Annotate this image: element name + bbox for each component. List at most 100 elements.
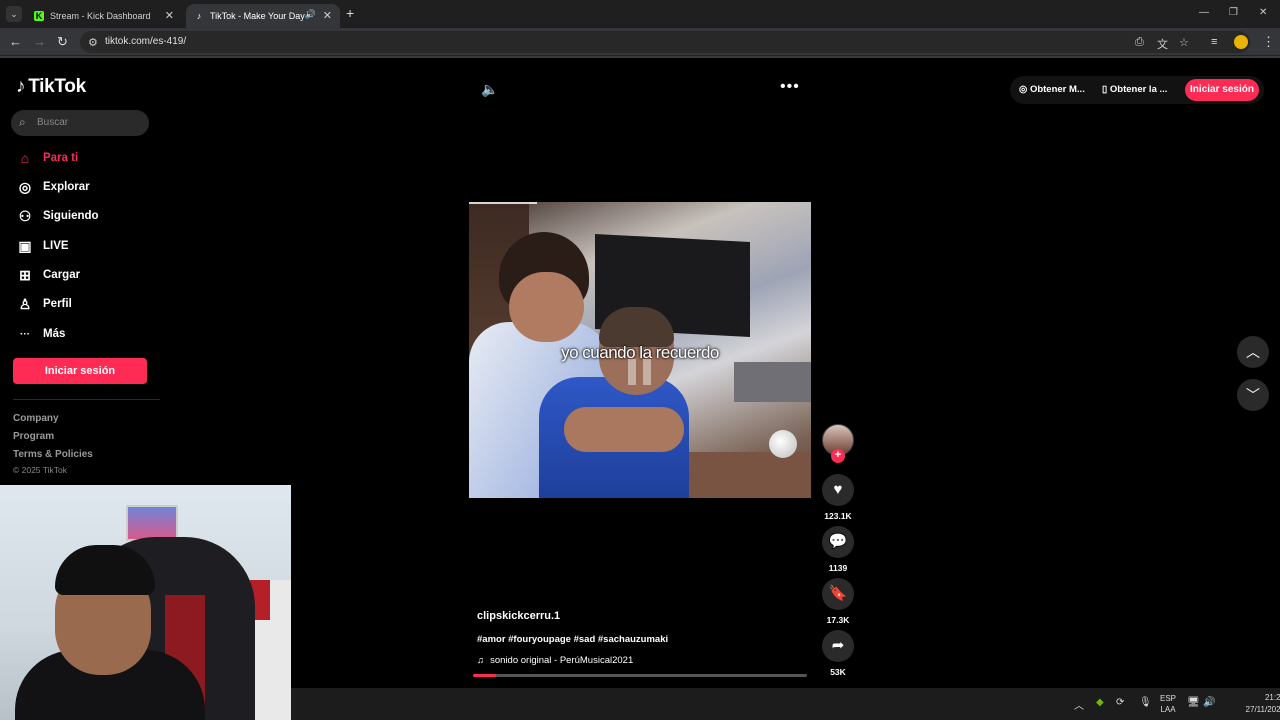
login-button-sidebar[interactable]: Iniciar sesión — [13, 358, 147, 384]
nav-item-cargar[interactable]: ⊞ Cargar — [16, 264, 80, 286]
site-info-icon[interactable]: ⚙ — [88, 36, 98, 49]
microphone-icon[interactable]: 🎙 — [1139, 697, 1152, 708]
nav-item-mas[interactable]: ··· Más — [16, 323, 65, 345]
get-coins-button[interactable]: ◎ Obtener M... — [1019, 84, 1085, 95]
heart-icon: ♥ — [833, 481, 843, 498]
search-input[interactable]: ⌕ Buscar — [11, 110, 149, 136]
nav-label: Siguiendo — [43, 210, 99, 222]
video-frame-part — [564, 407, 684, 452]
phone-icon: ▯ — [1102, 84, 1110, 95]
footer-link-company[interactable]: Company — [13, 413, 59, 424]
language-indicator[interactable]: ESP — [1157, 694, 1179, 703]
layout-indicator[interactable]: LAA — [1157, 705, 1179, 714]
video-progress-bar[interactable] — [473, 674, 807, 677]
live-icon: ▣ — [18, 237, 32, 254]
kick-favicon-icon: K — [34, 11, 44, 21]
video-player[interactable]: yo cuando la recuerdo — [469, 202, 811, 498]
next-video-button[interactable]: ﹀ — [1237, 379, 1269, 411]
nvidia-icon[interactable]: ◆ — [1096, 697, 1104, 708]
more-dots-icon: ··· — [20, 328, 30, 340]
footer-link-program[interactable]: Program — [13, 431, 54, 442]
sync-icon[interactable]: ⟳ — [1116, 697, 1124, 708]
music-info[interactable]: ♫ sonido original - PerúMusical2021 — [477, 655, 633, 666]
tiktok-favicon-icon: ♪ — [196, 11, 202, 21]
chevron-down-icon: ﹀ — [1246, 387, 1260, 403]
save-count: 17.3K — [826, 615, 850, 625]
tab-search-button[interactable]: ⌄ — [6, 6, 22, 22]
video-top-bar — [469, 202, 537, 204]
restore-icon[interactable]: ❐ — [1229, 7, 1238, 18]
close-tab-icon[interactable]: ✕ — [165, 9, 174, 22]
clock-time[interactable]: 21:21 — [1229, 693, 1280, 702]
clock-date[interactable]: 27/11/2025 — [1216, 705, 1280, 714]
media-control-icon[interactable]: ≡ — [1211, 34, 1217, 50]
like-button[interactable]: ♥ — [822, 474, 854, 506]
get-coins-label: Obtener M... — [1029, 84, 1085, 95]
nav-item-para-ti[interactable]: ⌂ Para ti — [16, 147, 78, 169]
get-app-label: Obtener la ... — [1109, 84, 1168, 95]
back-icon[interactable]: ← — [9, 34, 22, 50]
address-bar[interactable]: ⚙ tiktok.com/es-419/ ⎙ 文 ☆ — [80, 31, 1250, 53]
close-tab-icon[interactable]: ✕ — [323, 9, 332, 22]
comment-button[interactable]: 💬 — [822, 526, 854, 558]
previous-video-button[interactable]: ︿ — [1237, 336, 1269, 368]
forward-icon[interactable]: → — [33, 34, 46, 50]
taskbar: ︿ ◆ ⟳ 🎙 ESP LAA 🖥 🔊 21:21 27/11/2025 — [291, 688, 1280, 720]
profile-avatar-icon[interactable] — [1234, 35, 1248, 49]
tab-title: Stream - Kick Dashboard — [50, 11, 151, 21]
nav-item-explorar[interactable]: ◎ Explorar — [16, 176, 90, 198]
author-name[interactable]: clipskickcerru.1 — [477, 610, 560, 622]
reload-icon[interactable]: ↻ — [57, 34, 68, 50]
get-app-button[interactable]: ▯ Obtener la ... — [1102, 84, 1167, 95]
browser-tab-bar: ⌄ K Stream - Kick Dashboard ✕ ♪ TikTok -… — [0, 0, 1280, 28]
close-window-icon[interactable]: ✕ — [1259, 7, 1267, 18]
nav-label: LIVE — [43, 240, 69, 252]
sound-icon[interactable]: 🔈 — [481, 81, 498, 98]
share-button[interactable]: ➦ — [822, 630, 854, 662]
nav-label: Cargar — [43, 269, 81, 281]
bookmark-star-icon[interactable]: ☆ — [1179, 36, 1189, 49]
save-button[interactable]: 🔖 — [822, 578, 854, 610]
tiktok-logo[interactable]: ♪ TikTok — [16, 76, 86, 98]
browser-menu-icon[interactable]: ⋮ — [1262, 34, 1275, 50]
copyright: © 2025 TikTok — [13, 465, 67, 475]
login-button-top[interactable]: Iniciar sesión — [1185, 79, 1259, 101]
nav-item-perfil[interactable]: ♙ Perfil — [16, 293, 72, 315]
new-tab-button[interactable]: + — [346, 5, 354, 21]
url-text[interactable]: tiktok.com/es-419/ — [105, 36, 186, 47]
footer-link-terms[interactable]: Terms & Policies — [13, 449, 93, 460]
chevron-up-icon: ︿ — [1246, 344, 1260, 360]
translate-icon[interactable]: 文 — [1157, 36, 1168, 52]
nav-label: Más — [43, 328, 66, 340]
follow-plus-icon[interactable]: + — [831, 449, 845, 463]
comment-count: 1139 — [828, 563, 848, 573]
hashtags[interactable]: #amor #fouryoupage #sad #sachauzumaki — [477, 634, 668, 645]
browser-tab-tiktok[interactable]: ♪ TikTok - Make Your Day 🔊 ✕ — [186, 4, 340, 28]
share-count: 53K — [830, 667, 846, 677]
volume-icon[interactable]: 🔊 — [1203, 697, 1215, 708]
install-app-icon[interactable]: ⎙ — [1135, 36, 1144, 49]
nav-label: Explorar — [43, 181, 90, 193]
home-icon: ⌂ — [20, 150, 30, 166]
share-icon: ➦ — [831, 637, 845, 654]
video-frame-part — [769, 430, 797, 458]
chevron-up-icon[interactable]: ︿ — [1074, 697, 1084, 712]
logo-text: TikTok — [28, 76, 86, 97]
upload-icon: ⊞ — [19, 266, 31, 283]
video-frame-part — [689, 452, 811, 498]
more-options-icon[interactable]: ••• — [780, 78, 800, 96]
browser-tab-kick[interactable]: K Stream - Kick Dashboard ✕ — [26, 4, 182, 28]
tab-audio-icon[interactable]: 🔊 — [305, 9, 316, 20]
bookmark-icon: 🔖 — [828, 585, 848, 602]
minimize-icon[interactable]: — — [1199, 7, 1209, 18]
browser-toolbar: ← → ↻ ⚙ tiktok.com/es-419/ ⎙ 文 ☆ ≡ ⋮ — [0, 28, 1280, 56]
network-icon[interactable]: 🖥 — [1187, 697, 1200, 708]
sidebar-divider — [13, 399, 160, 400]
search-placeholder: Buscar — [37, 117, 69, 128]
comment-icon: 💬 — [828, 533, 848, 550]
nav-label: Perfil — [43, 298, 72, 310]
music-label: sonido original - PerúMusical2021 — [490, 655, 634, 666]
pause-icon[interactable] — [628, 359, 654, 385]
nav-item-live[interactable]: ▣ LIVE — [16, 235, 69, 257]
nav-item-siguiendo[interactable]: ⚇ Siguiendo — [16, 205, 99, 227]
